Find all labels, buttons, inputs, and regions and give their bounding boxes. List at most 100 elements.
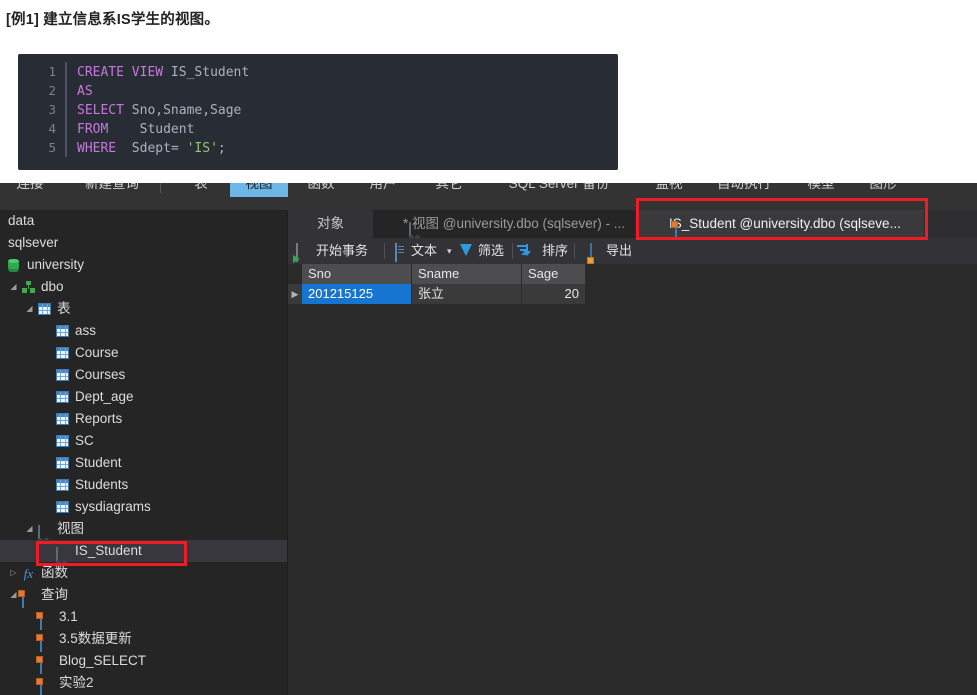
right-pane: 对象 * 视图 @university.dbo (sqlsever) - ... I… — [288, 210, 977, 695]
code-token: CREATE — [77, 65, 124, 80]
function-icon: fx — [23, 566, 34, 581]
grid-toolbar-5[interactable]: 导出 — [606, 238, 632, 264]
tree-node-label: 表 — [57, 301, 71, 316]
toolbar-item-6[interactable]: 用户 — [354, 183, 412, 197]
row-marker: ▶ — [288, 284, 302, 304]
column-header-sname[interactable]: Sname — [412, 264, 522, 284]
chevron-down-icon[interactable]: ◢ — [24, 298, 35, 320]
tree-node-label: 实验2 — [59, 675, 94, 690]
toolbar-item-5[interactable]: 函数 — [292, 183, 350, 197]
tab-3[interactable]: IS_Student @university.dbo (sqlseve... — [639, 210, 924, 238]
tab-1[interactable]: 对象 — [288, 210, 373, 238]
grid-cell-sno[interactable]: 201215125 — [302, 284, 412, 304]
table-icon — [38, 303, 51, 315]
query-sheet-icon — [675, 222, 677, 238]
grid-toolbar-2[interactable]: 文本 — [411, 238, 437, 264]
tree-node-label: Reports — [75, 411, 123, 426]
tree-node-ass[interactable]: ass — [0, 320, 287, 342]
tree-node-[interactable]: ◢ 表 — [0, 298, 287, 320]
toolbar-item-3[interactable]: 表 — [176, 183, 226, 197]
table-icon — [56, 413, 69, 425]
code-token: VIEW — [131, 65, 164, 80]
tree-node-label: Dept_age — [75, 389, 134, 404]
tree-node-Blog_SELECT[interactable]: Blog_SELECT — [0, 650, 287, 674]
results-grid[interactable]: Sno Sname Sage ▶ 201215125 张立 20 — [288, 264, 977, 695]
tree-node-Students[interactable]: Students — [0, 474, 287, 496]
toolbar-item-2[interactable]: 新建查询 — [70, 183, 154, 197]
tab-bar: 对象 * 视图 @university.dbo (sqlsever) - ... I… — [288, 210, 977, 238]
toolbar-item-10[interactable]: 自动执行 — [702, 183, 786, 197]
toolbar-item-4[interactable]: 视图 — [230, 183, 288, 197]
tree-node-Student[interactable]: Student — [0, 452, 287, 474]
toolbar-item-7[interactable]: 其它 — [420, 183, 478, 197]
example-heading: [例1] 建立信息系IS学生的视图。 — [6, 12, 220, 28]
column-header-sage[interactable]: Sage — [522, 264, 586, 284]
line-number: 3 — [18, 100, 67, 119]
tree-node-data[interactable]: data — [0, 210, 287, 232]
toolbar-separator — [160, 183, 161, 193]
grid-toolbar-1[interactable]: 开始事务 — [316, 238, 368, 264]
tree-node-Reports[interactable]: Reports — [0, 408, 287, 430]
tree-node-Dept_age[interactable]: Dept_age — [0, 386, 287, 408]
toolbar-item-8[interactable]: SQL Server 备份 — [484, 183, 634, 197]
tree-node-[interactable]: ◢ 查询 — [0, 584, 287, 608]
tree-node-[interactable]: ▷ fx 函数 — [0, 562, 287, 584]
tree-node-IS_Student[interactable]: IS_Student — [0, 540, 287, 564]
tree-node-2[interactable]: 实验2 — [0, 672, 287, 695]
ssms-top-toolbar: 连接 新建查询 表视图 函数 用户 其它 SQL Server 备份 监视 自动执行 模型 图形 — [0, 183, 977, 210]
tree-node-label: dbo — [41, 279, 64, 294]
code-token: 'IS' — [186, 141, 218, 156]
results-grid-toolbar: 开始事务 文本 ▾ 筛选 排序 导出 — [288, 238, 977, 264]
tree-node-label: 视图 — [57, 521, 84, 536]
tree-node-sysdiagrams[interactable]: sysdiagrams — [0, 496, 287, 518]
tree-node-sqlsever[interactable]: sqlsever — [0, 232, 287, 254]
tree-node-label: sysdiagrams — [75, 499, 151, 514]
code-token: AS — [77, 84, 93, 99]
tree-node-label: Student — [75, 455, 122, 470]
toolbar-item-12[interactable]: 图形 — [854, 183, 912, 197]
table-icon — [56, 457, 69, 469]
tree-node-label: ass — [75, 323, 97, 338]
table-icon — [56, 369, 69, 381]
toolbar-separator — [384, 243, 385, 259]
toolbar-item-11[interactable]: 模型 — [792, 183, 850, 197]
tree-node-label: 查询 — [41, 587, 68, 602]
tree-node-dbo[interactable]: ◢ dbo — [0, 276, 287, 298]
line-number: 1 — [18, 62, 67, 81]
transaction-icon — [296, 243, 298, 262]
tree-node-label: IS_Student — [75, 543, 142, 558]
column-header-sno[interactable]: Sno — [302, 264, 412, 284]
tree-node-31[interactable]: 3.1 — [0, 606, 287, 630]
grid-cell-sname[interactable]: 张立 — [412, 284, 522, 304]
chevron-right-icon[interactable]: ▷ — [8, 562, 19, 584]
table-icon — [56, 347, 69, 359]
code-line: 1 CREATE VIEW IS_Student — [18, 62, 618, 81]
object-explorer-tree[interactable]: data sqlsever university ◢ dbo ◢ 表 ass Course Cou… — [0, 210, 287, 695]
toolbar-item-9[interactable]: 监视 — [640, 183, 698, 197]
export-icon — [590, 243, 592, 262]
tree-node-Courses[interactable]: Courses — [0, 364, 287, 386]
line-number: 5 — [18, 138, 67, 157]
tree-node-label: sqlsever — [8, 235, 59, 250]
grid-toolbar-3[interactable]: 筛选 — [478, 238, 504, 264]
tree-node-label: data — [8, 213, 35, 228]
view-icon — [409, 222, 411, 238]
tree-node-Course[interactable]: Course — [0, 342, 287, 364]
grid-toolbar-4[interactable]: 排序 — [542, 238, 568, 264]
tree-node-[interactable]: ◢ 视图 — [0, 518, 287, 542]
table-icon — [56, 435, 69, 447]
tree-node-SC[interactable]: SC — [0, 430, 287, 452]
grid-cell-sage[interactable]: 20 — [522, 284, 586, 304]
tree-node-label: university — [27, 257, 85, 272]
tree-node-35[interactable]: 3.5数据更新 — [0, 628, 287, 652]
tab-2[interactable]: * 视图 @university.dbo (sqlsever) - ... — [373, 210, 635, 238]
code-token: Student — [108, 122, 195, 137]
chevron-down-icon[interactable]: ◢ — [8, 276, 19, 298]
chevron-down-icon[interactable]: ▾ — [447, 238, 452, 264]
table-icon — [56, 391, 69, 403]
chevron-down-icon[interactable]: ◢ — [24, 518, 35, 540]
tree-node-label: 3.5数据更新 — [59, 631, 132, 646]
toolbar-item-1[interactable]: 连接 — [2, 183, 58, 197]
code-token: IS_Student — [163, 65, 250, 80]
tree-node-university[interactable]: university — [0, 254, 287, 276]
